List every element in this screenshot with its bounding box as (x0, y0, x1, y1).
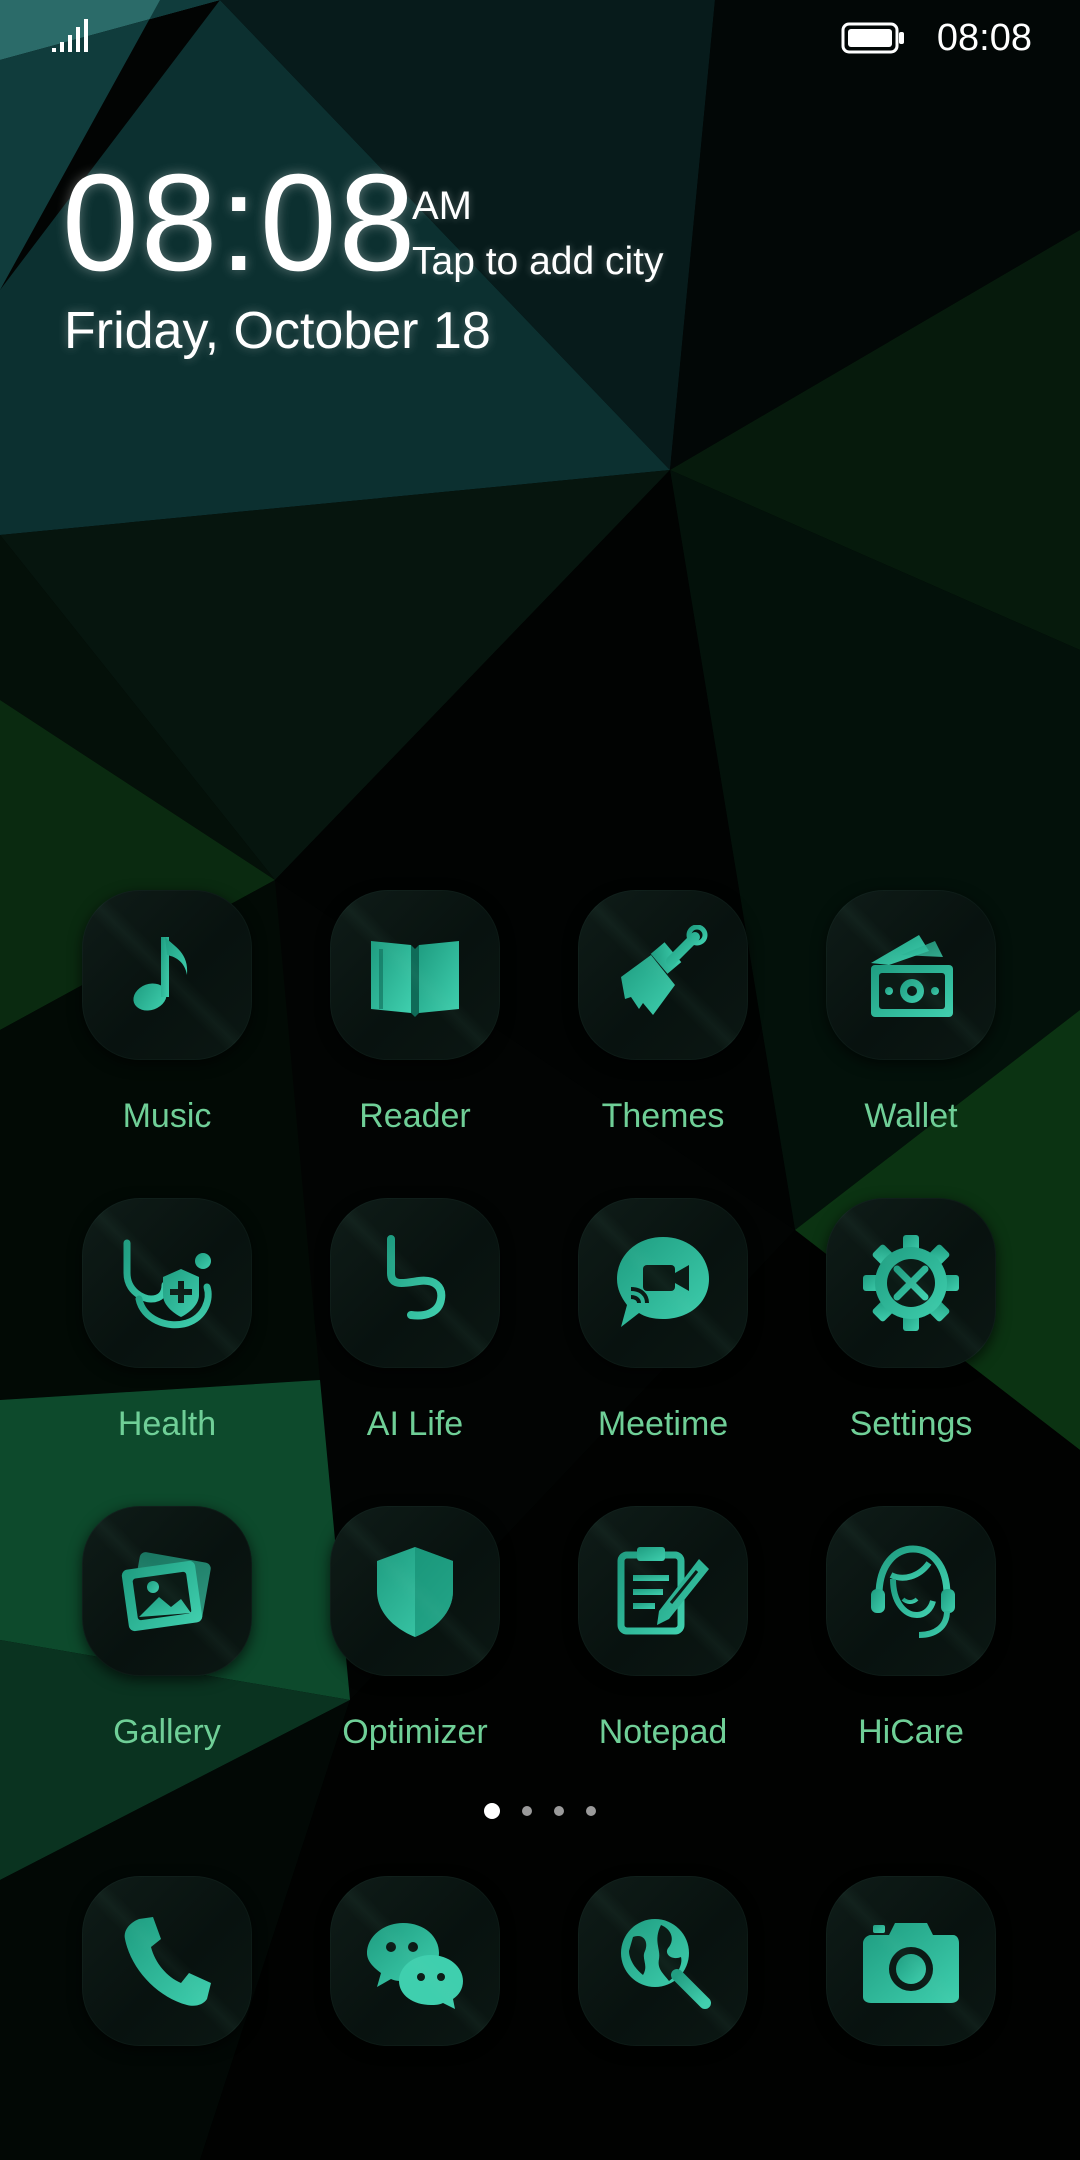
page-indicator[interactable] (0, 1800, 1080, 1824)
app-tile[interactable] (826, 1506, 996, 1676)
page-dot-3[interactable] (554, 1806, 564, 1816)
app-tile[interactable] (826, 1198, 996, 1368)
clock-ampm: AM (412, 184, 472, 228)
app-health[interactable]: Health (52, 1198, 282, 1458)
app-label: Themes (601, 1097, 725, 1135)
app-label: Optimizer (342, 1713, 488, 1751)
app-label: Wallet (864, 1097, 958, 1135)
battery-icon (841, 22, 904, 54)
shield-icon (377, 1547, 453, 1637)
app-tile[interactable] (330, 890, 500, 1060)
app-notepad[interactable]: Notepad (548, 1506, 778, 1766)
home-screen: 08:08 08:08 AM Tap to add city Friday, O… (0, 0, 1080, 2160)
app-tile[interactable] (82, 890, 252, 1060)
app-tile[interactable] (82, 1198, 252, 1368)
dock-messages[interactable] (300, 1876, 530, 2056)
app-label: AI Life (366, 1405, 464, 1443)
app-tile[interactable] (826, 890, 996, 1060)
app-tile[interactable] (578, 1506, 748, 1676)
app-tile[interactable] (578, 1198, 748, 1368)
page-dot-2[interactable] (522, 1806, 532, 1816)
app-reader[interactable]: Reader (300, 890, 530, 1150)
app-label: HiCare (858, 1713, 964, 1751)
photo-icon (121, 1552, 211, 1632)
clock-date: Friday, October 18 (64, 302, 491, 360)
app-wallet[interactable]: Wallet (796, 890, 1026, 1150)
headset-icon (871, 1545, 955, 1638)
app-label: Gallery (113, 1713, 221, 1751)
paintbrush-icon (621, 925, 708, 1015)
app-label: Settings (849, 1405, 973, 1443)
app-gallery[interactable]: Gallery (52, 1506, 282, 1766)
app-tile[interactable] (578, 890, 748, 1060)
add-city-prompt[interactable]: Tap to add city (412, 238, 663, 286)
app-label: Reader (359, 1097, 471, 1135)
app-label: Health (117, 1405, 217, 1443)
app-settings[interactable]: Settings (796, 1198, 1026, 1458)
gear-icon (863, 1235, 959, 1331)
book-icon (371, 941, 459, 1017)
app-tile[interactable] (826, 1876, 996, 2046)
app-optimizer[interactable]: Optimizer (300, 1506, 530, 1766)
dock-camera[interactable] (796, 1876, 1026, 2056)
clock-time: 08:08 (62, 146, 418, 300)
app-music[interactable]: Music (52, 890, 282, 1150)
app-meetime[interactable]: Meetime (548, 1198, 778, 1458)
notepad-icon (617, 1547, 709, 1635)
camera-icon (863, 1923, 959, 2003)
app-tile[interactable] (330, 1506, 500, 1676)
ai-life-icon (387, 1235, 446, 1331)
app-label: Notepad (598, 1713, 728, 1751)
app-tile[interactable] (578, 1876, 748, 2046)
signal-icon (52, 19, 88, 52)
phone-icon (124, 1917, 211, 2006)
status-time: 08:08 (936, 17, 1032, 59)
app-tile[interactable] (82, 1876, 252, 2046)
page-dot-4[interactable] (586, 1806, 596, 1816)
page-dot-1[interactable] (484, 1803, 500, 1819)
app-tile[interactable] (330, 1876, 500, 2046)
app-hicare[interactable]: HiCare (796, 1506, 1026, 1766)
video-chat-icon (617, 1237, 709, 1327)
browser-icon (621, 1919, 711, 2009)
dock-phone[interactable] (52, 1876, 282, 2056)
app-tile[interactable] (330, 1198, 500, 1368)
status-bar: 08:08 (0, 0, 1080, 80)
app-tile[interactable] (82, 1506, 252, 1676)
chat-bubbles-icon (367, 1923, 463, 2009)
app-ai-life[interactable]: AI Life (300, 1198, 530, 1458)
app-label: Music (122, 1097, 212, 1135)
app-themes[interactable]: Themes (548, 890, 778, 1150)
dock-browser[interactable] (548, 1876, 778, 2056)
app-label: Meetime (597, 1405, 729, 1443)
music-note-icon (133, 937, 188, 1011)
wallet-icon (871, 935, 953, 1017)
stethoscope-icon (123, 1239, 212, 1329)
